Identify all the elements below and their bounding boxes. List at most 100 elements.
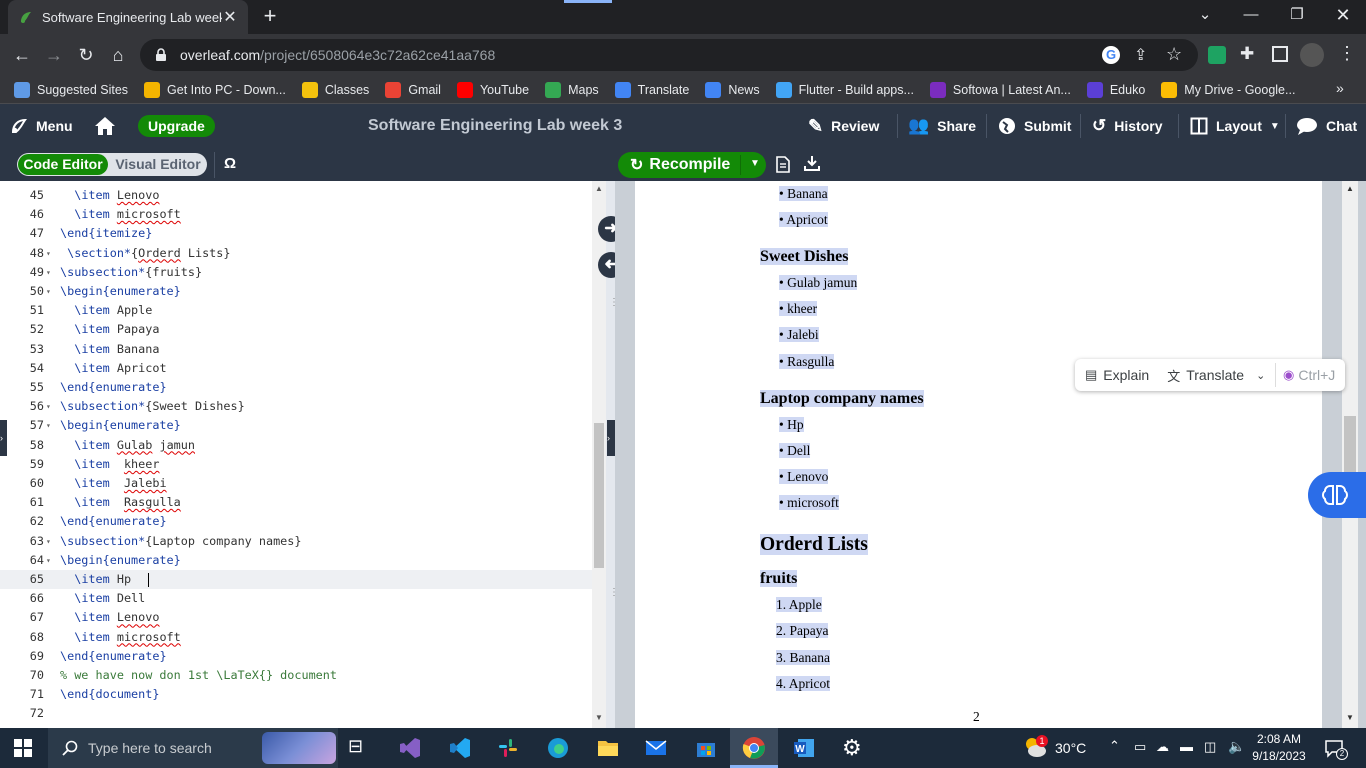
code-line[interactable]: 46 \item microsoft	[0, 205, 592, 224]
chrome-icon[interactable]	[742, 736, 766, 760]
fold-toggle-icon[interactable]: ▾	[46, 532, 51, 551]
bookmark-item[interactable]: Suggested Sites	[14, 81, 128, 98]
editor-scrollbar-thumb[interactable]	[594, 423, 604, 568]
fold-toggle-icon[interactable]: ▾	[46, 282, 51, 301]
code-line[interactable]: 70 % we have now don 1st \LaTeX{} documen…	[0, 666, 592, 685]
code-line[interactable]: 60 \item Jalebi	[0, 474, 592, 493]
code-line[interactable]: 72	[0, 704, 592, 723]
store-icon[interactable]	[694, 736, 718, 760]
vscode-icon[interactable]	[448, 736, 472, 760]
omnibox[interactable]: overleaf.com/project/6508064e3c72a62ce41…	[140, 39, 1198, 71]
profile-avatar[interactable]	[1300, 43, 1324, 67]
explain-button[interactable]: ▤ Explain	[1085, 367, 1149, 383]
extensions-puzzle-icon[interactable]: ✚	[1240, 44, 1254, 64]
bookmark-item[interactable]: YouTube	[456, 81, 529, 98]
bookmark-item[interactable]: Classes	[301, 81, 369, 98]
fold-toggle-icon[interactable]: ▾	[46, 244, 51, 263]
code-line[interactable]: 57 ▾ \begin{enumerate}	[0, 416, 592, 435]
chat-button[interactable]: Chat	[1296, 104, 1357, 148]
code-line[interactable]: 53 \item Banana	[0, 340, 592, 359]
minimize-button[interactable]: —	[1228, 0, 1274, 30]
close-window-button[interactable]: ✕	[1320, 0, 1366, 30]
tab-close-icon[interactable]: ✕	[222, 7, 238, 27]
code-line[interactable]: 63 ▾ \subsection*{Laptop company names}	[0, 532, 592, 551]
bookmark-item[interactable]: Maps	[545, 81, 599, 98]
chrome-menu-icon[interactable]: ⋮	[1338, 43, 1356, 64]
code-line[interactable]: 59 \item kheer	[0, 455, 592, 474]
recompile-options-chevron-icon[interactable]: ▼	[750, 158, 760, 169]
fold-toggle-icon[interactable]: ▾	[46, 263, 51, 282]
code-line[interactable]: 71 \end{document}	[0, 685, 592, 704]
clock[interactable]: 2:08 AM 9/18/2023	[1252, 732, 1306, 763]
layout-button[interactable]: Layout ▼	[1190, 104, 1280, 148]
fold-toggle-icon[interactable]: ▾	[46, 551, 51, 570]
symbol-palette-button[interactable]: Ω	[224, 155, 236, 172]
mail-icon[interactable]	[644, 736, 668, 760]
pdf-scrollbar-thumb[interactable]	[1344, 416, 1356, 476]
code-line[interactable]: 52 \item Papaya	[0, 320, 592, 339]
pdf-page[interactable]	[635, 181, 1322, 728]
onedrive-cloud-icon[interactable]: ☁	[1156, 739, 1169, 755]
new-tab-button[interactable]: +	[258, 4, 282, 28]
code-line[interactable]: 61 \item Rasgulla	[0, 493, 592, 512]
code-line[interactable]: 67 \item Lenovo	[0, 608, 592, 627]
code-line[interactable]: 55 \end{enumerate}	[0, 378, 592, 397]
code-editor[interactable]: 45 \item Lenovo 46 \item microsoft 47 \end{…	[0, 181, 592, 728]
code-line[interactable]: 48 ▾ \section*{Orderd Lists}	[0, 244, 592, 263]
code-line[interactable]: 66 \item Dell	[0, 589, 592, 608]
meet-now-icon[interactable]: ▭	[1134, 739, 1146, 755]
copilot-shortcut[interactable]: ◉ Ctrl+J	[1283, 367, 1335, 383]
project-title[interactable]: Software Engineering Lab week 3	[368, 104, 622, 148]
view-logs-icon[interactable]	[776, 156, 790, 173]
menu-button[interactable]: Menu	[10, 104, 73, 148]
upgrade-button[interactable]: Upgrade	[138, 104, 215, 148]
recompile-button[interactable]: ↻ Recompile ▼	[618, 152, 766, 178]
pdf-scroll-down-icon[interactable]: ▼	[1346, 713, 1354, 722]
code-line[interactable]: 69 \end{enumerate}	[0, 647, 592, 666]
bookmark-item[interactable]: Eduko	[1086, 81, 1145, 98]
ai-assistant-button[interactable]	[1308, 472, 1366, 518]
taskbar-search-box[interactable]: Type here to search	[48, 728, 338, 768]
download-pdf-icon[interactable]	[804, 155, 820, 172]
code-line[interactable]: 45 \item Lenovo	[0, 186, 592, 205]
file-explorer-icon[interactable]	[596, 736, 620, 760]
bookmark-item[interactable]: News	[705, 81, 760, 98]
google-icon[interactable]: G	[1102, 46, 1120, 64]
bookmark-item[interactable]: Flutter - Build apps...	[775, 81, 914, 98]
word-icon[interactable]: W	[792, 736, 816, 760]
code-line[interactable]: 68 \item microsoft	[0, 628, 592, 647]
scroll-down-arrow-icon[interactable]: ▼	[595, 713, 603, 722]
site-info-icon[interactable]	[154, 48, 168, 62]
side-panel-icon[interactable]	[1272, 46, 1288, 62]
translate-options-chevron-icon[interactable]: ⌄	[1256, 369, 1265, 382]
code-line[interactable]: 49 ▾ \subsection*{fruits}	[0, 263, 592, 282]
settings-gear-icon[interactable]: ⚙	[842, 736, 866, 760]
temperature-label[interactable]: 30°C	[1055, 740, 1086, 756]
bookmark-item[interactable]: Translate	[614, 81, 689, 98]
edge-icon[interactable]	[546, 736, 570, 760]
scroll-up-arrow-icon[interactable]: ▲	[595, 184, 603, 193]
share-button[interactable]: 👥 Share	[908, 104, 976, 148]
slack-icon[interactable]	[496, 736, 520, 760]
code-line[interactable]: 58 \item Gulab jamun	[0, 436, 592, 455]
home-nav-button[interactable]	[94, 104, 116, 148]
battery-icon[interactable]: ▬	[1180, 739, 1193, 754]
fold-toggle-icon[interactable]: ▾	[46, 397, 51, 416]
collapse-editor-handle[interactable]: ›	[607, 420, 615, 456]
fold-toggle-icon[interactable]: ▾	[46, 416, 51, 435]
windows-start-icon[interactable]	[14, 739, 32, 757]
bookmark-item[interactable]: Gmail	[385, 81, 441, 98]
back-button[interactable]: ←	[10, 43, 34, 67]
code-line[interactable]: 64 ▾ \begin{enumerate}	[0, 551, 592, 570]
bookmark-item[interactable]: Softowa | Latest An...	[929, 81, 1071, 98]
code-line[interactable]: 51 \item Apple	[0, 301, 592, 320]
more-bookmarks-icon[interactable]: »	[1336, 80, 1344, 96]
bookmark-item[interactable]: Get Into PC - Down...	[144, 81, 286, 98]
show-hidden-icons-icon[interactable]: ⌃	[1109, 738, 1120, 754]
code-line[interactable]: 65 \item Hp	[0, 570, 592, 590]
bookmark-star-icon[interactable]: ☆	[1166, 44, 1182, 65]
bookmark-item[interactable]: My Drive - Google...	[1161, 81, 1295, 98]
volume-icon[interactable]: 🔈	[1228, 738, 1245, 755]
task-view-icon[interactable]: ⊟	[348, 736, 372, 760]
history-button[interactable]: ↺ History	[1092, 104, 1162, 148]
